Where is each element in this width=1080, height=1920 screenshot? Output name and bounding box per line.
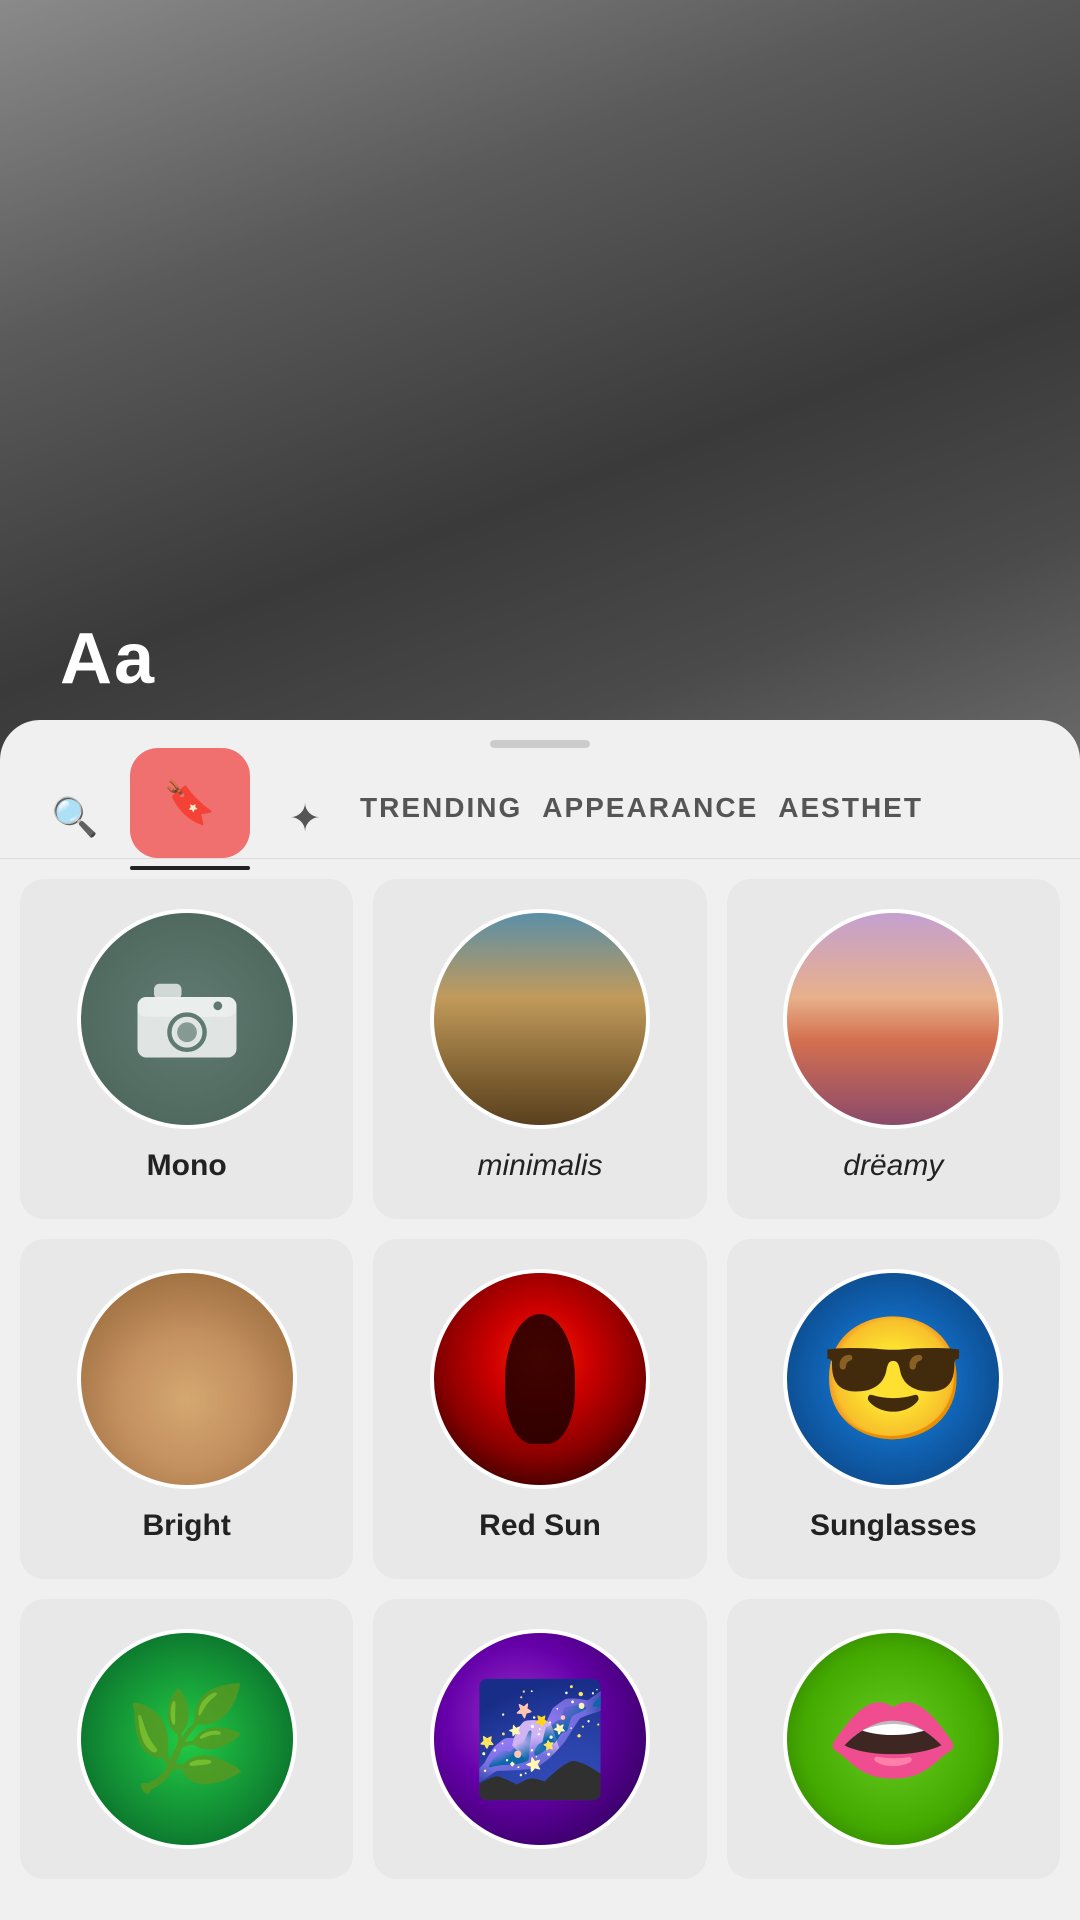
- effect-thumb-minimalis: [430, 909, 650, 1129]
- polaroid-icon: [132, 974, 242, 1064]
- effect-thumb-dreamy: [783, 909, 1003, 1129]
- effect-thumb-mouth: 👄: [783, 1629, 1003, 1849]
- effect-thumb-galaxy: 🌌: [430, 1629, 650, 1849]
- tab-appearance[interactable]: APPEARANCE: [542, 792, 758, 844]
- effect-name-redsun: Red Sun: [479, 1509, 601, 1543]
- effect-thumb-bright: [77, 1269, 297, 1489]
- effect-card-minimalis[interactable]: minimalis: [373, 879, 706, 1219]
- effect-name-mono: Mono: [147, 1149, 227, 1183]
- effect-card-galaxy[interactable]: 🌌: [373, 1599, 706, 1879]
- effect-card-dreamy[interactable]: drëamy: [727, 879, 1060, 1219]
- effect-card-leaf[interactable]: 🌿: [20, 1599, 353, 1879]
- camera-viewfinder: Aa: [0, 0, 1080, 760]
- effect-thumb-redsun: [430, 1269, 650, 1489]
- tab-aesthetic[interactable]: AESTHET: [778, 792, 923, 844]
- sunglasses-emoji: 😎: [819, 1319, 968, 1439]
- tab-trending[interactable]: TRENDING: [360, 792, 522, 844]
- sparkle-icon[interactable]: ✦: [270, 783, 340, 853]
- saved-tab-button[interactable]: 🔖: [130, 748, 250, 858]
- effect-card-bright[interactable]: Bright: [20, 1239, 353, 1579]
- search-icon[interactable]: 🔍: [40, 783, 110, 853]
- effect-name-sunglasses: Sunglasses: [810, 1509, 977, 1543]
- redsun-silhouette: [505, 1314, 575, 1444]
- galaxy-emoji: 🌌: [472, 1675, 609, 1804]
- effects-bottom-sheet: 🔍 🔖 ✦ TRENDING APPEARANCE AESTHET: [0, 720, 1080, 1920]
- text-tool-label: Aa: [60, 618, 156, 700]
- mouth-emoji: 👄: [825, 1675, 962, 1804]
- effect-thumb-leaf: 🌿: [77, 1629, 297, 1849]
- effect-card-redsun[interactable]: Red Sun: [373, 1239, 706, 1579]
- effect-thumb-mono: [77, 909, 297, 1129]
- effect-thumb-sunglasses: 😎: [783, 1269, 1003, 1489]
- effect-name-bright: Bright: [143, 1509, 231, 1543]
- effects-grid: Mono minimalis drëamy Bright: [0, 859, 1080, 1899]
- tab-bar: 🔍 🔖 ✦ TRENDING APPEARANCE AESTHET: [0, 748, 1080, 859]
- drag-handle[interactable]: [490, 740, 590, 748]
- effect-card-sunglasses[interactable]: 😎 Sunglasses: [727, 1239, 1060, 1579]
- leaf-icon: 🌿: [124, 1681, 249, 1798]
- effect-card-mono[interactable]: Mono: [20, 879, 353, 1219]
- effect-name-dreamy: drëamy: [843, 1149, 943, 1183]
- effect-name-minimalis: minimalis: [477, 1149, 602, 1183]
- effect-card-mouth[interactable]: 👄: [727, 1599, 1060, 1879]
